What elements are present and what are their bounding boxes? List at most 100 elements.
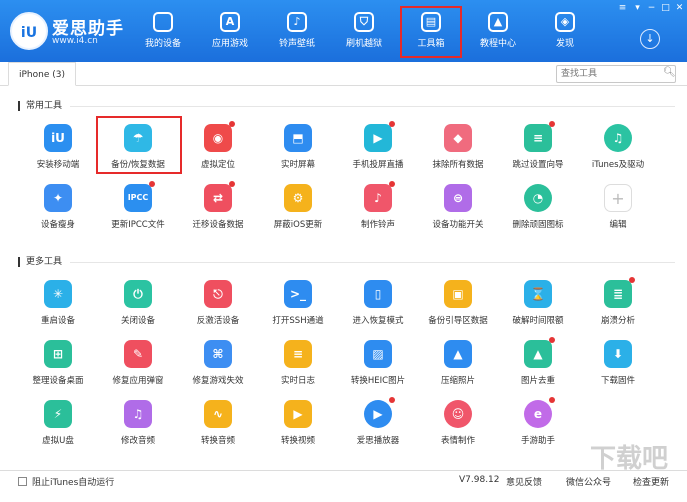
notification-dot <box>229 181 235 187</box>
nav-item-1[interactable]: A 应用游戏 <box>199 6 261 58</box>
tool-label: 制作铃声 <box>360 220 395 230</box>
notification-dot <box>389 397 395 403</box>
tool-item[interactable]: ◉ 虚拟定位 <box>183 121 253 178</box>
tool-item[interactable]: ◆ 抹除所有数据 <box>423 124 493 178</box>
tool-label: 删除顽固图标 <box>512 220 564 230</box>
tool-label: 进入恢复模式 <box>352 316 404 326</box>
tool-item[interactable]: ≣ 崩溃分析 <box>583 277 653 334</box>
tool-item[interactable]: ⎋ 反激活设备 <box>183 280 253 334</box>
tool-icon: ▯ <box>364 280 392 308</box>
nav-item-2[interactable]: ♪ 铃声壁纸 <box>266 6 328 58</box>
shield-icon: ⛉ <box>354 12 374 32</box>
tool-item[interactable]: ☺ 表情制作 <box>423 400 493 454</box>
tool-icon: iU <box>44 124 72 152</box>
tool-icon: ☺ <box>444 400 472 428</box>
tool-icon: ⬒ <box>284 124 312 152</box>
section-title-common: 常用工具 <box>18 101 62 111</box>
nav-item-6[interactable]: ◈ 发现 <box>534 6 596 58</box>
tool-icon: ♫ <box>604 124 632 152</box>
title-bar: iU 爱思助手 www.i4.cn 我的设备 A 应用游戏 ♪ 铃声壁纸 ⛉ 刷机越狱 ▤ 工具… <box>0 0 687 62</box>
tool-label: 抹除所有数据 <box>432 160 484 170</box>
tool-item[interactable]: ∿ 转换音频 <box>183 400 253 454</box>
tool-item[interactable]: ✎ 修复应用弹窗 <box>103 340 173 394</box>
tool-icon: ♫ <box>124 400 152 428</box>
nav-item-4[interactable]: ▤ 工具箱 <box>400 6 462 58</box>
tool-item[interactable]: ⊞ 整理设备桌面 <box>23 340 93 394</box>
app-logo: iU <box>10 12 48 50</box>
tool-item[interactable]: ▯ 进入恢复模式 <box>343 280 413 334</box>
tool-icon: ◉ <box>204 121 235 152</box>
itunes-autorun-checkbox[interactable] <box>18 477 27 486</box>
notification-dot <box>549 337 555 343</box>
tool-label: 屏蔽iOS更新 <box>273 220 323 230</box>
tool-item[interactable]: ⚡ 虚拟U盘 <box>23 400 93 454</box>
tool-label: 设备瘦身 <box>40 220 75 230</box>
app-brand-url: www.i4.cn <box>52 36 98 46</box>
tool-label: 关闭设备 <box>120 316 155 326</box>
minimize-icon[interactable]: − <box>646 3 657 14</box>
tool-label: 破解时间限额 <box>512 316 564 326</box>
tool-icon: ▶ <box>364 121 395 152</box>
check-update-link[interactable]: 检查更新 <box>633 475 669 488</box>
close-icon[interactable]: ✕ <box>674 3 685 14</box>
tool-item[interactable]: IPCC 更新IPCC文件 <box>103 181 173 238</box>
tool-label: 修复游戏失效 <box>192 376 244 386</box>
tool-icon: ⎋ <box>204 280 232 308</box>
nav-item-5[interactable]: ▲ 教程中心 <box>467 6 529 58</box>
nav-label: 我的设备 <box>144 39 181 49</box>
skin-icon[interactable]: ▾ <box>632 3 643 14</box>
tool-label: 转换音频 <box>200 436 235 446</box>
tool-item[interactable]: ♫ iTunes及驱动 <box>583 124 653 178</box>
tool-icon: >_ <box>284 280 312 308</box>
tool-item[interactable]: ▲ 压缩照片 <box>423 340 493 394</box>
tool-icon: ▶ <box>364 397 395 428</box>
tool-item[interactable]: ⊜ 设备功能开关 <box>423 184 493 238</box>
tool-item[interactable]: ✳ 重启设备 <box>23 280 93 334</box>
tool-item[interactable]: ▶ 转换视频 <box>263 400 333 454</box>
tool-item[interactable]: ⚙ 屏蔽iOS更新 <box>263 184 333 238</box>
tool-item[interactable]: >_ 打开SSH通道 <box>263 280 333 334</box>
nav-item-3[interactable]: ⛉ 刷机越狱 <box>333 6 395 58</box>
tool-item[interactable]: ⇄ 迁移设备数据 <box>183 181 253 238</box>
tool-item[interactable]: ⌘ 修复游戏失效 <box>183 340 253 394</box>
search-icon[interactable]: 🔍︎ <box>663 67 676 79</box>
tool-icon: ⌘ <box>204 340 232 368</box>
tool-label: 整理设备桌面 <box>32 376 84 386</box>
tool-item[interactable]: ▶ 手机投屏直播 <box>343 121 413 178</box>
feedback-link[interactable]: 意见反馈 <box>506 475 542 488</box>
tool-item[interactable]: ▨ 转换HEIC图片 <box>343 340 413 394</box>
section-divider <box>70 262 675 263</box>
notification-dot <box>389 121 395 127</box>
tool-label: 打开SSH通道 <box>272 316 324 326</box>
tool-item[interactable]: ≡ 跳过设置向导 <box>503 121 573 178</box>
tool-item[interactable]: ▶ 爱思播放器 <box>343 397 413 454</box>
itunes-autorun-label[interactable]: 阻止iTunes自动运行 <box>32 475 114 488</box>
menu-icon[interactable]: ≡ <box>617 3 628 14</box>
tool-item[interactable]: iU 安装移动端 <box>23 124 93 178</box>
tool-item[interactable]: ⏻ 关闭设备 <box>103 280 173 334</box>
tool-item[interactable]: ♪ 制作铃声 <box>343 181 413 238</box>
tool-item[interactable]: ⌛ 破解时间限额 <box>503 280 573 334</box>
tool-label: 跳过设置向导 <box>512 160 564 170</box>
tool-item[interactable]: ✦ 设备瘦身 <box>23 184 93 238</box>
music-icon: ♪ <box>287 12 307 32</box>
tool-item[interactable]: ◔ 删除顽固图标 <box>503 184 573 238</box>
tool-item[interactable]: ⬇ 下载固件 <box>583 340 653 394</box>
search-input[interactable] <box>556 65 676 83</box>
notification-dot <box>149 181 155 187</box>
tool-icon: ⚡ <box>44 400 72 428</box>
tool-item[interactable]: ▣ 备份引导区数据 <box>423 280 493 334</box>
wechat-link[interactable]: 微信公众号 <box>566 475 611 488</box>
tool-item[interactable]: ♫ 修改音频 <box>103 400 173 454</box>
tool-item[interactable]: ⬒ 实时屏幕 <box>263 124 333 178</box>
tool-item[interactable]: ▲ 图片去重 <box>503 337 573 394</box>
tab-iphone[interactable]: iPhone (3) <box>8 62 76 86</box>
tool-label: 转换视频 <box>280 436 315 446</box>
tool-item[interactable]: + 编辑 <box>583 184 653 238</box>
tool-label: 转换HEIC图片 <box>350 376 406 386</box>
download-manager-icon[interactable]: ↓ <box>640 29 660 49</box>
maximize-icon[interactable]: □ <box>660 3 671 14</box>
tool-item[interactable]: ≡ 实时日志 <box>263 340 333 394</box>
tool-item[interactable]: e 手游助手 <box>503 397 573 454</box>
nav-item-0[interactable]: 我的设备 <box>132 6 194 58</box>
